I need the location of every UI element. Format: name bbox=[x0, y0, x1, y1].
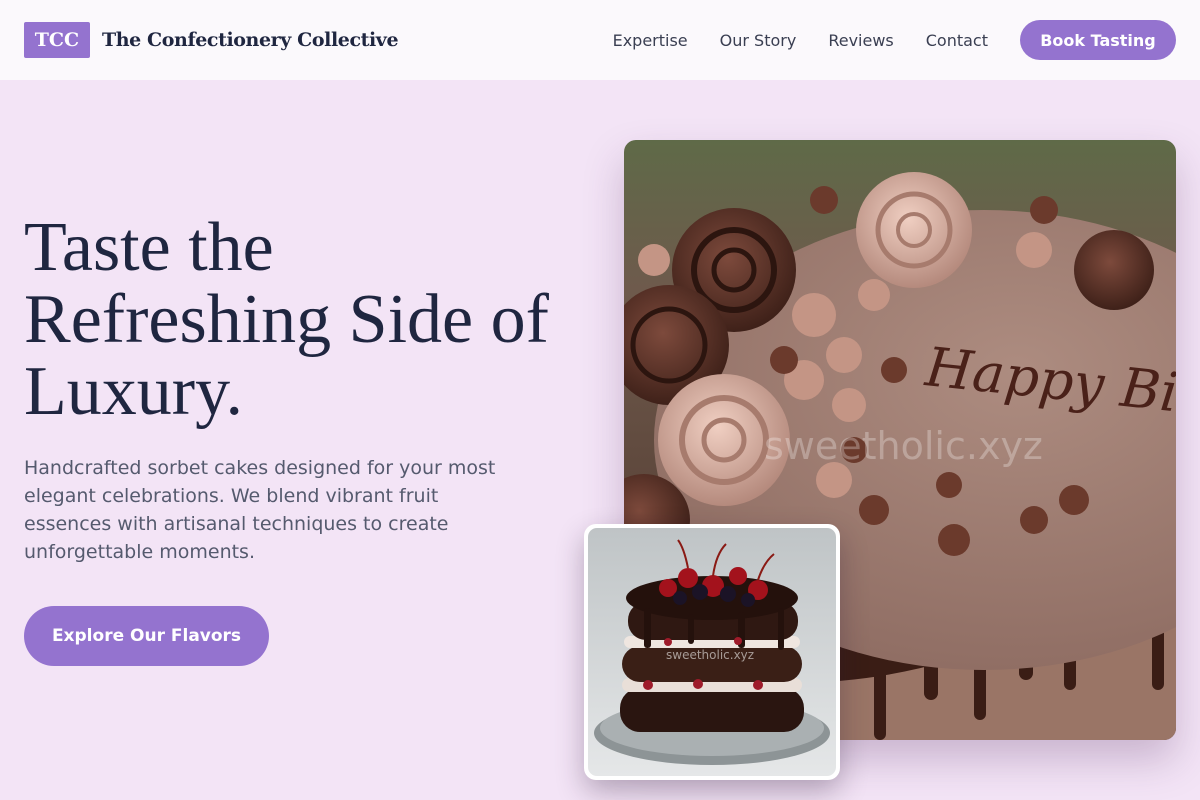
nav-link-our-story[interactable]: Our Story bbox=[720, 31, 797, 50]
image-watermark: sweetholic.xyz bbox=[764, 424, 1043, 468]
layered-cake-image: sweetholic.xyz bbox=[588, 528, 836, 776]
hero-title-line: Luxury. bbox=[24, 353, 244, 430]
hero-title-line: Taste the bbox=[24, 209, 274, 286]
hero-subtitle: Handcrafted sorbet cakes designed for yo… bbox=[24, 454, 544, 566]
thumbnail-frame: sweetholic.xyz bbox=[584, 524, 840, 780]
hero-title-line: Refreshing Side of bbox=[24, 281, 549, 358]
nav-link-contact[interactable]: Contact bbox=[926, 31, 988, 50]
book-tasting-button[interactable]: Book Tasting bbox=[1020, 20, 1176, 60]
nav-link-expertise[interactable]: Expertise bbox=[613, 31, 688, 50]
nav-link-reviews[interactable]: Reviews bbox=[828, 31, 893, 50]
hero-subtitle-line: unforgettable moments. bbox=[24, 541, 255, 563]
brand-name[interactable]: The Confectionery Collective bbox=[102, 29, 399, 51]
explore-flavors-button[interactable]: Explore Our Flavors bbox=[24, 606, 269, 666]
logo-badge[interactable]: TCC bbox=[24, 22, 90, 58]
hero-subtitle-line: Handcrafted sorbet cakes designed for yo… bbox=[24, 457, 496, 479]
hero-subtitle-line: essences with artisanal techniques to cr… bbox=[24, 513, 449, 535]
thumbnail-watermark: sweetholic.xyz bbox=[666, 648, 755, 662]
main-nav: Expertise Our Story Reviews Contact bbox=[613, 31, 988, 50]
hero-title: Taste the Refreshing Side of Luxury. bbox=[24, 212, 604, 428]
hero-subtitle-line: elegant celebrations. We blend vibrant f… bbox=[24, 485, 439, 507]
site-header: TCC The Confectionery Collective Experti… bbox=[0, 0, 1200, 80]
